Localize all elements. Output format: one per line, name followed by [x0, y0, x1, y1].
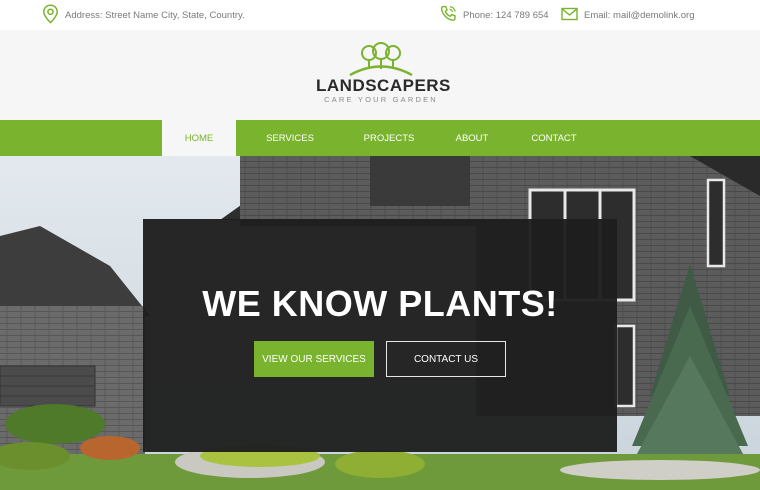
nav-item-about[interactable]: ABOUT	[440, 120, 504, 156]
phone-info[interactable]: Phone: 124 789 654	[440, 0, 549, 30]
nav-item-contact[interactable]: CONTACT	[516, 120, 592, 156]
address-text: Address: Street Name City, State, Countr…	[65, 9, 245, 21]
nav-item-home[interactable]: HOME	[162, 120, 236, 156]
main-nav: HOME SERVICES PROJECTS ABOUT CONTACT	[0, 120, 760, 156]
site-logo[interactable]: LANDSCAPERS CARE YOUR GARDEN	[316, 42, 451, 112]
site-header: LANDSCAPERS CARE YOUR GARDEN	[0, 30, 760, 120]
email-text: Email: mail@demolink.org	[584, 9, 695, 21]
phone-icon	[440, 5, 463, 25]
nav-item-projects[interactable]: PROJECTS	[350, 120, 428, 156]
logo-title: LANDSCAPERS	[316, 76, 451, 95]
tree-logo-icon	[349, 42, 413, 76]
location-pin-icon	[42, 3, 65, 27]
logo-tagline: CARE YOUR GARDEN	[324, 95, 438, 104]
contact-us-button[interactable]: CONTACT US	[386, 341, 506, 377]
hero-title: WE KNOW PLANTS!	[202, 283, 558, 324]
nav-item-services[interactable]: SERVICES	[250, 120, 330, 156]
address-info: Address: Street Name City, State, Countr…	[42, 0, 245, 30]
view-services-button[interactable]: VIEW OUR SERVICES	[254, 341, 374, 377]
envelope-icon	[561, 7, 584, 24]
hero-overlay-panel	[143, 219, 617, 452]
phone-text: Phone: 124 789 654	[463, 9, 549, 21]
top-info-bar: Address: Street Name City, State, Countr…	[0, 0, 760, 30]
email-info[interactable]: Email: mail@demolink.org	[561, 0, 694, 30]
